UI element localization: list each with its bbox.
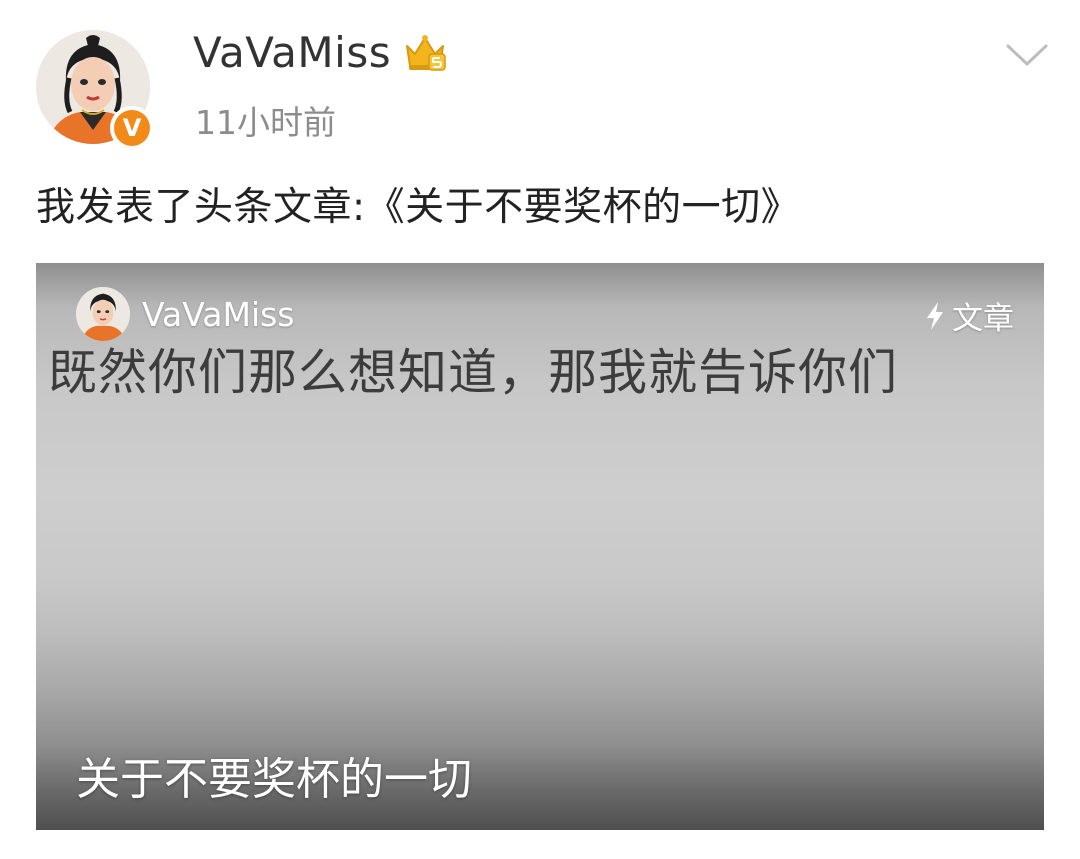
article-type-label: 文章	[924, 293, 1014, 338]
article-title[interactable]: 关于不要奖杯的一切	[76, 743, 472, 807]
card-author: VaVaMiss	[142, 295, 295, 334]
lightning-icon	[927, 301, 943, 330]
post-text[interactable]: 我发表了头条文章:《关于不要奖杯的一切》	[36, 176, 800, 232]
chevron-down-icon[interactable]	[1004, 40, 1050, 70]
article-card[interactable]: VaVaMiss 文章 既然你们那么想知道，那我就告诉你们 关于不要奖杯的一切	[36, 263, 1044, 830]
verified-badge: V	[110, 106, 154, 150]
article-type-text: 文章	[952, 301, 1014, 337]
crown-icon[interactable]	[403, 32, 447, 74]
post-timestamp: 11小时前	[195, 103, 336, 142]
article-cover-text: 既然你们那么想知道，那我就告诉你们	[48, 344, 899, 401]
verified-badge-label: V	[114, 110, 150, 146]
username[interactable]: VaVaMiss	[193, 28, 391, 77]
